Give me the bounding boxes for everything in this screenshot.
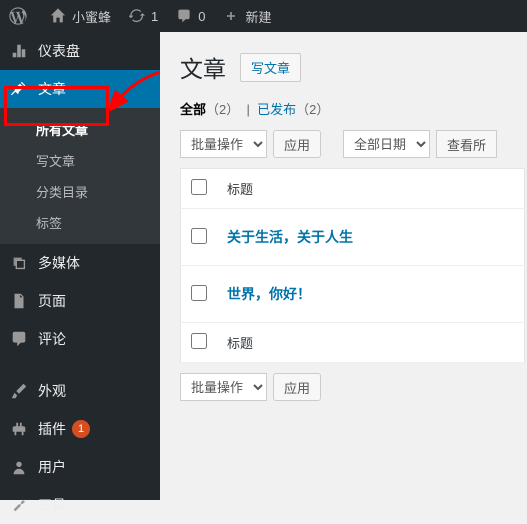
view-all-button[interactable]: 查看所 — [436, 130, 497, 158]
add-new-button[interactable]: 写文章 — [240, 53, 301, 82]
menu-label: 评论 — [38, 329, 66, 349]
submenu-all-posts[interactable]: 所有文章 — [0, 114, 160, 145]
wordpress-icon — [8, 6, 28, 26]
admin-bar: 小蜜蜂 1 0 新建 — [0, 0, 527, 32]
site-link[interactable]: 小蜜蜂 — [48, 6, 111, 26]
comment-icon — [174, 6, 194, 26]
bulk-action-select-bottom[interactable]: 批量操作 — [180, 373, 267, 401]
bulk-action-select-top[interactable]: 批量操作 — [180, 130, 267, 158]
date-filter-select[interactable]: 全部日期 — [343, 130, 430, 158]
brush-icon — [8, 380, 30, 402]
menu-dashboard[interactable]: 仪表盘 — [0, 32, 160, 70]
row-checkbox[interactable] — [191, 285, 207, 301]
tools-icon — [8, 494, 30, 516]
tablenav-top: 批量操作 应用 全部日期 查看所 — [180, 130, 525, 158]
filter-all[interactable]: 全部 — [180, 102, 206, 117]
plugin-icon — [8, 418, 30, 440]
submenu-categories[interactable]: 分类目录 — [0, 176, 160, 207]
media-icon — [8, 252, 30, 274]
page-icon — [8, 290, 30, 312]
updates-link[interactable]: 1 — [127, 6, 158, 26]
table-row: 关于生活，关于人生 — [181, 209, 525, 266]
menu-comments[interactable]: 评论 — [0, 320, 160, 358]
apply-button-top[interactable]: 应用 — [273, 130, 321, 158]
col-title-footer[interactable]: 标题 — [217, 323, 525, 363]
comments-count: 0 — [198, 9, 205, 24]
plus-icon — [221, 6, 241, 26]
updates-count: 1 — [151, 9, 158, 24]
select-all-top[interactable] — [191, 179, 207, 195]
menu-label: 多媒体 — [38, 253, 80, 273]
site-name: 小蜜蜂 — [72, 7, 111, 26]
menu-tools[interactable]: 工具 — [0, 486, 160, 524]
post-title-link[interactable]: 关于生活，关于人生 — [227, 229, 353, 245]
plugins-badge: 1 — [72, 420, 90, 438]
post-title-link[interactable]: 世界，你好！ — [227, 286, 311, 302]
row-checkbox[interactable] — [191, 228, 207, 244]
admin-menu: 仪表盘 文章 所有文章 写文章 分类目录 标签 多媒体 页面 评论 — [0, 32, 160, 500]
col-title-header[interactable]: 标题 — [217, 169, 525, 209]
table-row: 世界，你好！ — [181, 266, 525, 323]
submenu-new-post[interactable]: 写文章 — [0, 145, 160, 176]
filter-all-count: （2） — [206, 102, 239, 117]
menu-media[interactable]: 多媒体 — [0, 244, 160, 282]
menu-appearance[interactable]: 外观 — [0, 372, 160, 410]
filter-published[interactable]: 已发布 — [257, 102, 296, 117]
comments-link[interactable]: 0 — [174, 6, 205, 26]
menu-plugins[interactable]: 插件 1 — [0, 410, 160, 448]
menu-label: 插件 — [38, 419, 66, 439]
menu-label: 工具 — [38, 495, 66, 515]
posts-table: 标题 关于生活，关于人生 世界，你好！ 标题 — [180, 168, 525, 363]
submenu-tags[interactable]: 标签 — [0, 207, 160, 238]
pin-icon — [8, 78, 30, 100]
menu-label: 仪表盘 — [38, 41, 80, 61]
home-icon — [48, 6, 68, 26]
apply-button-bottom[interactable]: 应用 — [273, 373, 321, 401]
tablenav-bottom: 批量操作 应用 — [180, 373, 525, 401]
wp-logo[interactable] — [8, 6, 32, 26]
menu-users[interactable]: 用户 — [0, 448, 160, 486]
page-title: 文章 — [180, 50, 226, 84]
post-status-filters: 全部（2） | 已发布（2） — [180, 99, 525, 118]
new-content-link[interactable]: 新建 — [221, 6, 271, 26]
user-icon — [8, 456, 30, 478]
update-icon — [127, 6, 147, 26]
select-all-bottom[interactable] — [191, 333, 207, 349]
menu-label: 文章 — [38, 79, 66, 99]
dashboard-icon — [8, 40, 30, 62]
new-label: 新建 — [245, 7, 271, 26]
menu-posts[interactable]: 文章 — [0, 70, 160, 108]
menu-label: 外观 — [38, 381, 66, 401]
content-area: 文章 写文章 全部（2） | 已发布（2） 批量操作 应用 全部日期 查看所 标… — [160, 32, 527, 500]
filter-published-count: （2） — [296, 102, 329, 117]
menu-label: 页面 — [38, 291, 66, 311]
menu-pages[interactable]: 页面 — [0, 282, 160, 320]
menu-label: 用户 — [38, 457, 66, 477]
comments-icon — [8, 328, 30, 350]
posts-submenu: 所有文章 写文章 分类目录 标签 — [0, 108, 160, 244]
